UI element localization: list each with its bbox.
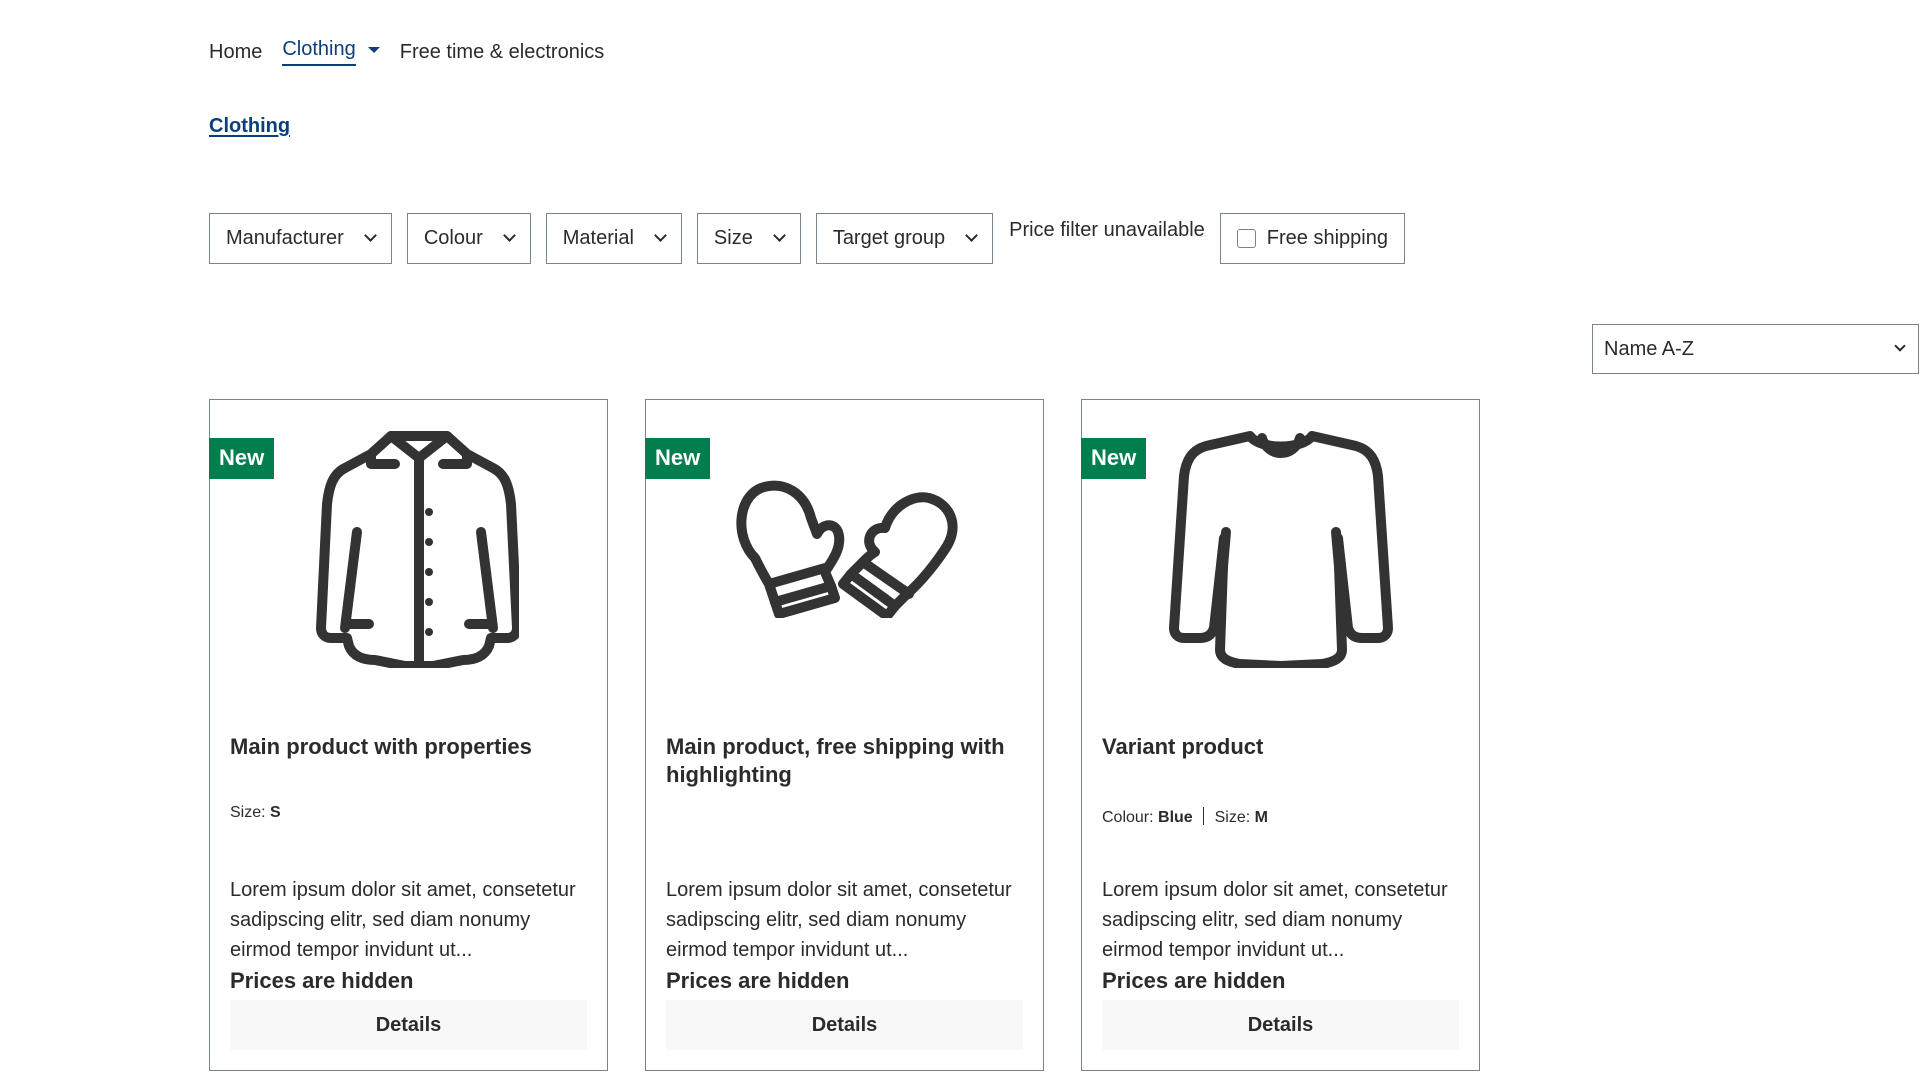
details-button[interactable]: Details [230, 1000, 587, 1050]
product-properties: Colour: Blue Size: M [1102, 804, 1459, 827]
chevron-down-icon [1894, 340, 1906, 352]
chevron-down-icon [502, 229, 516, 242]
product-price: Prices are hidden [230, 968, 414, 993]
product-card[interactable]: New Main product with properties Size: S… [209, 399, 608, 1071]
details-button[interactable]: Details [1102, 1000, 1459, 1050]
filter-free-shipping[interactable]: Free shipping [1219, 213, 1405, 264]
property-separator [1203, 807, 1205, 825]
chevron-down-icon [654, 229, 667, 242]
product-price: Prices are hidden [666, 968, 850, 993]
caret-down-icon[interactable] [367, 47, 380, 53]
product-card[interactable]: New Main product, free shipping with hig… [645, 399, 1044, 1071]
filter-material-label: Material [562, 227, 634, 249]
filter-target-group[interactable]: Target group [815, 213, 994, 264]
filter-target-group-label: Target group [832, 227, 946, 249]
sort-selected-value: Name A-Z [1604, 337, 1695, 360]
filter-colour-label: Colour [423, 227, 483, 249]
property-value: M [1254, 809, 1268, 826]
filter-material[interactable]: Material [545, 213, 682, 264]
filter-colour[interactable]: Colour [406, 213, 531, 264]
price-filter-note: Price filter unavailable [1009, 219, 1205, 241]
sweater-icon [1168, 431, 1393, 668]
property-label: Size: [1214, 809, 1251, 826]
product-description: Lorem ipsum dolor sit amet, consetetur s… [1102, 879, 1448, 961]
chevron-down-icon [772, 229, 786, 242]
product-description: Lorem ipsum dolor sit amet, consetetur s… [666, 879, 1012, 961]
mittens-icon [736, 480, 958, 618]
product-price: Prices are hidden [1102, 968, 1286, 993]
product-description: Lorem ipsum dolor sit amet, consetetur s… [230, 879, 576, 961]
product-image[interactable] [1082, 428, 1479, 668]
product-title[interactable]: Main product, free shipping with highlig… [666, 733, 1023, 789]
filter-size-label: Size [713, 227, 753, 249]
product-image[interactable] [646, 428, 1043, 668]
nav-item-free-time-electronics[interactable]: Free time & electronics [400, 41, 605, 64]
nav-item-clothing[interactable]: Clothing [282, 38, 356, 66]
chevron-down-icon [965, 229, 978, 242]
chevron-down-icon [363, 229, 377, 242]
sort-select[interactable]: Name A-Z [1592, 324, 1919, 374]
free-shipping-label: Free shipping [1266, 227, 1388, 249]
product-image[interactable] [210, 428, 607, 668]
free-shipping-checkbox[interactable] [1236, 229, 1256, 248]
filter-manufacturer-label: Manufacturer [226, 227, 344, 249]
jacket-icon [315, 431, 519, 668]
filter-bar: Manufacturer Colour Material Size Target… [209, 213, 1405, 264]
product-card[interactable]: New Variant product Colour: Blue Size: M… [1081, 399, 1480, 1071]
nav-item-home[interactable]: Home [209, 41, 262, 64]
property-value: S [270, 804, 281, 821]
filter-size[interactable]: Size [696, 213, 801, 264]
property-label: Size: [230, 804, 266, 821]
property-value: Blue [1158, 809, 1193, 826]
product-properties: Size: S [230, 804, 587, 822]
property-label: Colour: [1102, 809, 1154, 826]
main-navigation: Home Clothing Free time & electronics [209, 38, 624, 66]
filter-manufacturer[interactable]: Manufacturer [209, 213, 392, 264]
breadcrumb-clothing[interactable]: Clothing [209, 115, 290, 138]
product-title[interactable]: Main product with properties [230, 733, 587, 761]
details-button[interactable]: Details [666, 1000, 1023, 1050]
product-title[interactable]: Variant product [1102, 733, 1459, 761]
